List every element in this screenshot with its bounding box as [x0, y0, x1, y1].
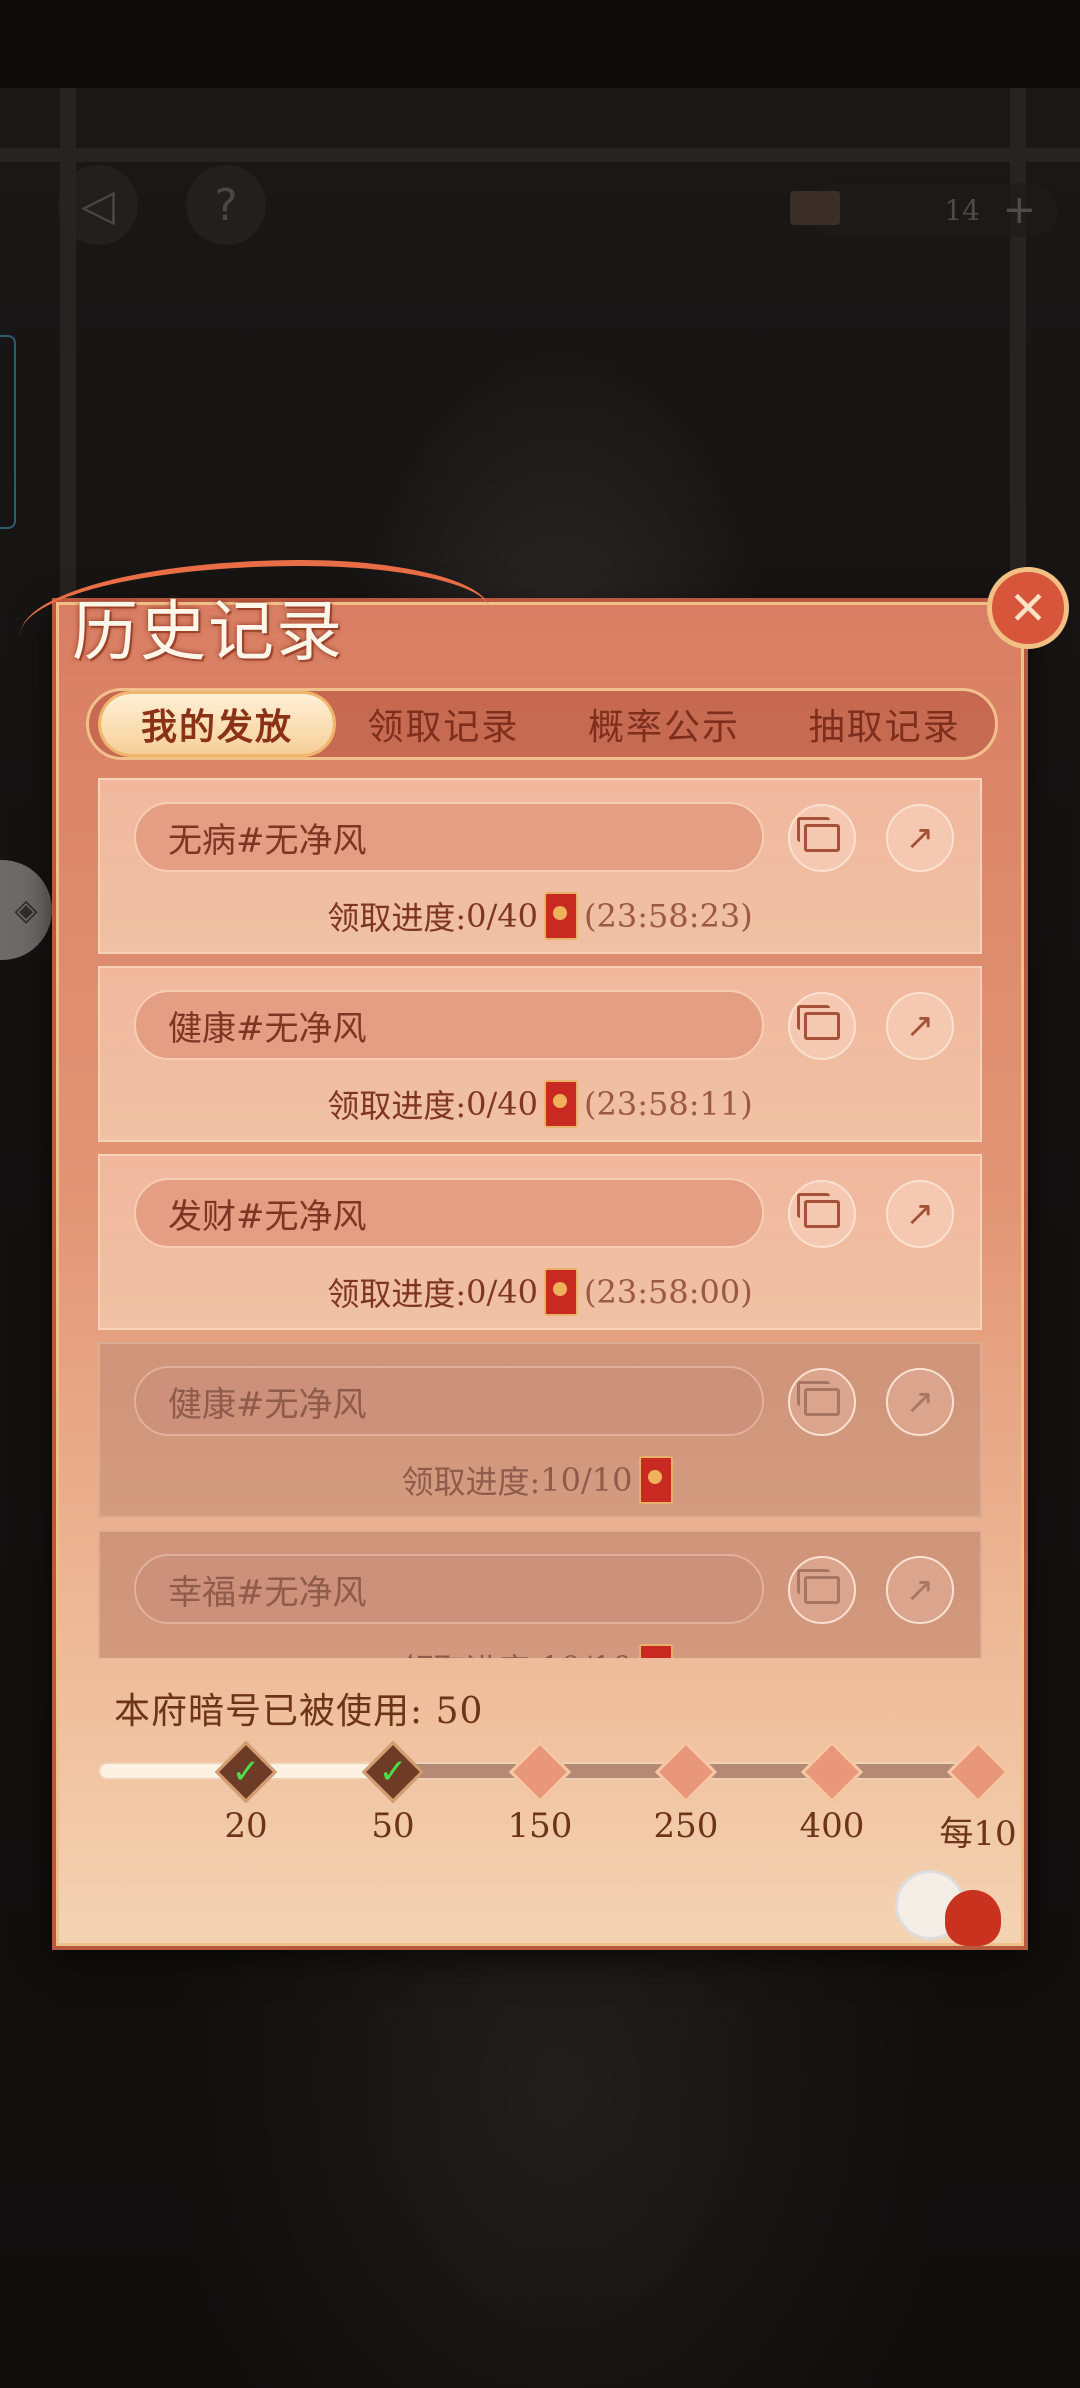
- ceiling-beam: [0, 148, 1080, 162]
- record-card-completed: 健康#无净风 ↗ 领取进度: 10/10: [98, 1342, 982, 1518]
- currency-display: 14 +: [790, 183, 1058, 237]
- claim-progress: 领取进度: 10/10: [100, 1452, 980, 1508]
- share-arrow-icon: ↗: [905, 1006, 935, 1046]
- copy-icon: [797, 1193, 840, 1228]
- share-arrow-icon: ↗: [905, 1194, 935, 1234]
- record-name: 幸福#无净风: [134, 1554, 764, 1624]
- share-button[interactable]: ↗: [886, 804, 954, 872]
- claim-progress: 领取进度: 0/40 (23:58:23): [100, 888, 980, 944]
- copy-icon: [797, 1005, 840, 1040]
- claim-progress: 领取进度: 0/40 (23:58:11): [100, 1076, 980, 1132]
- help-button[interactable]: ?: [186, 165, 266, 245]
- pillar-left: [60, 88, 76, 608]
- copy-button[interactable]: [788, 992, 856, 1060]
- progress-label: 领取进度:: [401, 1645, 540, 1658]
- share-button[interactable]: ↗: [886, 992, 954, 1060]
- progress-label: 领取进度:: [327, 1275, 467, 1313]
- record-card: 发财#无净风 ↗ 领取进度: 0/40 (23:58:00): [98, 1154, 982, 1330]
- copy-button[interactable]: [788, 1180, 856, 1248]
- red-envelope-icon: [543, 1080, 578, 1128]
- progress-label: 领取进度:: [327, 1087, 467, 1125]
- record-card-completed: 幸福#无净风 ↗ 领取进度: 10/10: [98, 1530, 982, 1658]
- record-card: 无病#无净风 ↗ 领取进度: 0/40 (23:58:23): [98, 778, 982, 954]
- add-currency-button[interactable]: +: [1002, 187, 1036, 233]
- share-button[interactable]: ↗: [886, 1180, 954, 1248]
- back-button[interactable]: ◁: [58, 165, 138, 245]
- tab-probability[interactable]: 概率公示: [554, 691, 775, 757]
- progress-value: 10/10: [540, 1461, 633, 1499]
- chest-icon: [790, 191, 840, 225]
- milestone-label: 50: [371, 1806, 415, 1846]
- check-icon: ✓: [231, 1752, 261, 1792]
- tab-my-issued[interactable]: 我的发放: [101, 694, 333, 754]
- milestone-label: 20: [224, 1806, 268, 1846]
- tab-claim-records[interactable]: 领取记录: [333, 691, 554, 757]
- currency-value: 14: [944, 193, 980, 227]
- copy-button[interactable]: [788, 1556, 856, 1624]
- close-button[interactable]: ✕: [987, 567, 1069, 649]
- usage-label: 本府暗号已被使用:: [114, 1691, 424, 1732]
- countdown-timer: (23:58:00): [583, 1273, 753, 1311]
- back-arrow-icon: ◁: [81, 179, 115, 231]
- progress-value: 0/40: [466, 897, 538, 935]
- copy-button[interactable]: [788, 804, 856, 872]
- progress-value: 10/10: [540, 1649, 632, 1658]
- usage-value: 50: [435, 1691, 484, 1732]
- progress-value: 0/40: [466, 1085, 538, 1123]
- panel-title: 历史记录: [72, 593, 344, 670]
- progress-value: 0/40: [466, 1273, 538, 1311]
- pillar-right: [1010, 88, 1026, 648]
- copy-icon: [797, 1381, 840, 1416]
- record-name: 健康#无净风: [134, 1366, 764, 1436]
- record-name: 发财#无净风: [134, 1178, 764, 1248]
- copy-icon: [797, 1569, 840, 1604]
- share-arrow-icon: ↗: [905, 1570, 935, 1610]
- tab-draw-records[interactable]: 抽取记录: [774, 691, 995, 757]
- share-button[interactable]: ↗: [886, 1556, 954, 1624]
- help-icon: ?: [214, 179, 238, 231]
- red-envelope-icon: [638, 1456, 673, 1504]
- milestone-label: 250: [653, 1806, 719, 1846]
- close-icon: ✕: [1008, 581, 1048, 635]
- share-button[interactable]: ↗: [886, 1368, 954, 1436]
- record-card: 健康#无净风 ↗ 领取进度: 0/40 (23:58:11): [98, 966, 982, 1142]
- copy-icon: [797, 817, 840, 852]
- share-arrow-icon: ↗: [905, 818, 935, 858]
- left-edge-frame: [0, 335, 16, 529]
- red-envelope-icon: [638, 1644, 673, 1658]
- usage-summary: 本府暗号已被使用: 50: [114, 1682, 483, 1734]
- tab-bar: 我的发放 领取记录 概率公示 抽取记录: [86, 688, 998, 760]
- progress-label: 领取进度:: [327, 899, 467, 937]
- lucky-bag-icon: [945, 1890, 1001, 1946]
- milestone-label: 150: [507, 1806, 573, 1846]
- claim-progress: 领取进度: 10/10: [100, 1640, 980, 1658]
- red-envelope-icon: [543, 892, 578, 940]
- record-name: 无病#无净风: [134, 802, 764, 872]
- countdown-timer: (23:58:11): [583, 1085, 753, 1123]
- check-icon: ✓: [378, 1752, 408, 1792]
- record-list[interactable]: 无病#无净风 ↗ 领取进度: 0/40 (23:58:23) 健康#无净风 ↗ …: [98, 778, 982, 1658]
- red-envelope-icon: [543, 1268, 578, 1316]
- share-arrow-icon: ↗: [905, 1382, 935, 1422]
- claim-progress: 领取进度: 0/40 (23:58:00): [100, 1264, 980, 1320]
- camera-icon: ◈: [14, 892, 38, 928]
- milestone-label: 400: [799, 1806, 865, 1846]
- copy-button[interactable]: [788, 1368, 856, 1436]
- record-name: 健康#无净风: [134, 990, 764, 1060]
- countdown-timer: (23:58:23): [583, 897, 753, 935]
- milestone-label: 每10: [939, 1814, 1017, 1854]
- progress-label: 领取进度:: [401, 1463, 541, 1501]
